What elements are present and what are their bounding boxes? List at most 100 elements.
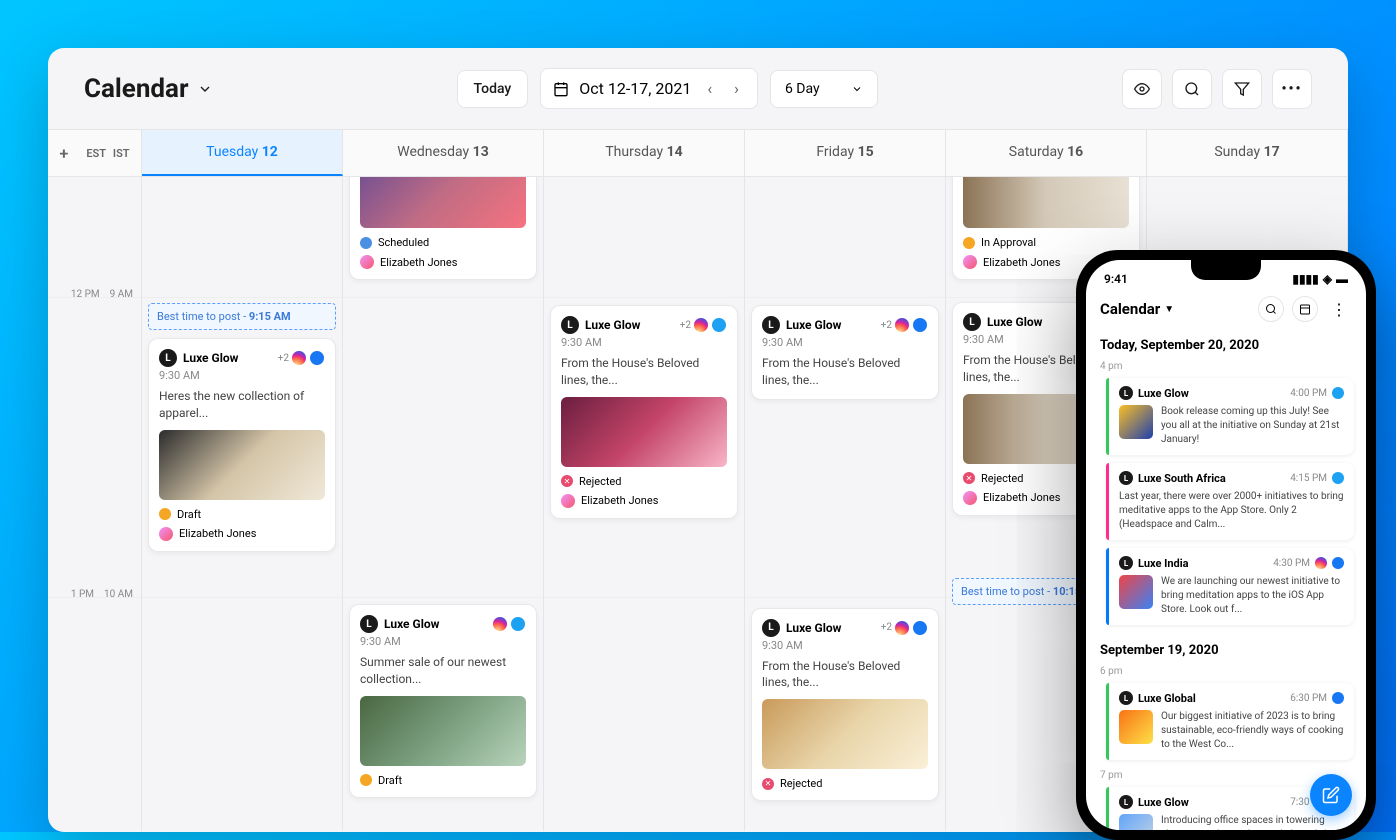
user-avatar — [561, 494, 575, 508]
tz-ist: IST — [113, 147, 130, 160]
day-header-sat[interactable]: Saturday 16 — [946, 130, 1147, 176]
scheduled-status-icon — [360, 237, 372, 249]
brand-avatar: L — [963, 313, 981, 331]
date-range-picker[interactable]: Oct 12-17, 2021 ‹ › — [540, 68, 758, 109]
thumbnail — [1119, 575, 1153, 609]
instagram-icon — [492, 616, 508, 632]
battery-icon: ▬ — [1336, 272, 1348, 286]
compose-fab[interactable] — [1310, 774, 1352, 816]
twitter-icon — [1332, 472, 1344, 484]
post-image — [561, 397, 727, 467]
instagram-icon — [894, 317, 910, 333]
header: Calendar Today Oct 12-17, 2021 ‹ › 6 Day… — [48, 48, 1348, 129]
more-button[interactable]: ••• — [1272, 69, 1312, 109]
prev-arrow[interactable]: ‹ — [701, 77, 718, 100]
day-header-fri[interactable]: Friday 15 — [745, 130, 946, 176]
user-avatar — [360, 255, 374, 269]
user-avatar — [963, 255, 977, 269]
time-gutter: 12 PM9 AM 1 PM10 AM — [48, 177, 142, 831]
day-header-thu[interactable]: Thursday 14 — [544, 130, 745, 176]
approval-status-icon — [963, 237, 975, 249]
post-card[interactable]: L Luxe Glow +2 9:30 AM From the House's … — [751, 305, 939, 400]
day-header-wed[interactable]: Wednesday 13 — [343, 130, 544, 176]
facebook-icon — [912, 317, 928, 333]
next-arrow[interactable]: › — [728, 77, 745, 100]
user-avatar — [159, 527, 173, 541]
rejected-status-icon: ✕ — [762, 778, 774, 790]
twitter-icon — [1332, 387, 1344, 399]
draft-status-icon — [159, 508, 171, 520]
thumbnail — [1119, 710, 1153, 744]
edit-icon — [1322, 786, 1340, 804]
brand-avatar: L — [762, 316, 780, 334]
timezone-column: + EST IST — [48, 130, 142, 176]
instagram-icon — [1315, 557, 1327, 569]
facebook-icon — [912, 620, 928, 636]
instagram-icon — [894, 620, 910, 636]
post-image — [762, 699, 928, 769]
calendar-icon — [1299, 303, 1311, 315]
day-header-sun[interactable]: Sunday 17 — [1147, 130, 1348, 176]
phone-post-card[interactable]: LLuxe South Africa4:15 PM Last year, the… — [1106, 463, 1354, 540]
brand-avatar: L — [762, 619, 780, 637]
facebook-icon — [1332, 557, 1344, 569]
facebook-icon — [1332, 692, 1344, 704]
today-button[interactable]: Today — [457, 70, 529, 108]
twitter-icon — [510, 616, 526, 632]
phone-post-card[interactable]: LLuxe Global6:30 PM Our biggest initiati… — [1106, 683, 1354, 760]
draft-status-icon — [360, 774, 372, 786]
search-button[interactable] — [1172, 69, 1212, 109]
date-header: Today, September 20, 2020 — [1086, 328, 1366, 359]
post-image — [963, 177, 1129, 228]
page-title[interactable]: Calendar — [84, 74, 213, 104]
instagram-icon — [693, 317, 709, 333]
chevron-down-icon: ▼ — [1164, 304, 1174, 315]
day-headers: + EST IST Tuesday 12 Wednesday 13 Thursd… — [48, 129, 1348, 177]
day-col-fri: L Luxe Glow +2 9:30 AM From the House's … — [745, 177, 946, 831]
add-timezone-button[interactable]: + — [59, 144, 79, 163]
search-icon — [1265, 303, 1277, 315]
date-range-text: Oct 12-17, 2021 — [579, 79, 691, 98]
day-col-thu: L Luxe Glow +2 9:30 AM From the House's … — [544, 177, 745, 831]
brand-avatar: L — [561, 316, 579, 334]
date-header: September 19, 2020 — [1086, 633, 1366, 664]
phone-mockup: 9:41 ▮▮▮▮ ◈ ▬ Calendar ▼ ⋮ Today, Septem… — [1076, 250, 1376, 840]
day-col-tue: Best time to post - 9:15 AM L Luxe Glow … — [142, 177, 343, 831]
filter-icon — [1234, 81, 1250, 97]
post-image — [360, 177, 526, 228]
post-card[interactable]: L Luxe Glow +2 9:30 AM From the House's … — [751, 608, 939, 802]
twitter-icon — [711, 317, 727, 333]
chevron-down-icon — [197, 81, 213, 97]
phone-search-button[interactable] — [1258, 296, 1284, 322]
best-time-badge[interactable]: Best time to post - 9:15 AM — [148, 303, 336, 330]
post-card[interactable]: L Luxe Glow +2 9:30 AM From the House's … — [550, 305, 738, 519]
phone-title[interactable]: Calendar ▼ — [1100, 300, 1174, 318]
tz-est: EST — [86, 147, 106, 160]
thumbnail — [1119, 814, 1153, 830]
post-image — [360, 696, 526, 766]
post-card[interactable]: Scheduled Elizabeth Jones — [349, 177, 537, 280]
rejected-status-icon: ✕ — [561, 475, 573, 487]
phone-calendar-button[interactable] — [1292, 296, 1318, 322]
phone-more-button[interactable]: ⋮ — [1326, 296, 1352, 322]
instagram-icon — [291, 350, 307, 366]
day-col-wed: Scheduled Elizabeth Jones L Luxe Glow 9:… — [343, 177, 544, 831]
signal-icon: ▮▮▮▮ — [1292, 272, 1318, 286]
thumbnail — [1119, 405, 1153, 439]
view-select[interactable]: 6 Day — [770, 70, 878, 108]
post-card[interactable]: L Luxe Glow +2 9:30 AM Heres the new col… — [148, 338, 336, 552]
day-header-tue[interactable]: Tuesday 12 — [142, 130, 343, 176]
phone-notch — [1191, 260, 1261, 280]
search-icon — [1184, 81, 1200, 97]
time-marker: 6 pm — [1086, 664, 1366, 679]
eye-icon — [1134, 81, 1150, 97]
visibility-button[interactable] — [1122, 69, 1162, 109]
phone-post-card[interactable]: LLuxe Glow4:00 PM Book release coming up… — [1106, 378, 1354, 455]
wifi-icon: ◈ — [1323, 272, 1332, 286]
phone-post-card[interactable]: LLuxe India4:30 PM We are launching our … — [1106, 548, 1354, 625]
rejected-status-icon: ✕ — [963, 472, 975, 484]
brand-avatar: L — [360, 615, 378, 633]
brand-avatar: L — [159, 349, 177, 367]
post-card[interactable]: L Luxe Glow 9:30 AM Summer sale of our n… — [349, 604, 537, 798]
filter-button[interactable] — [1222, 69, 1262, 109]
